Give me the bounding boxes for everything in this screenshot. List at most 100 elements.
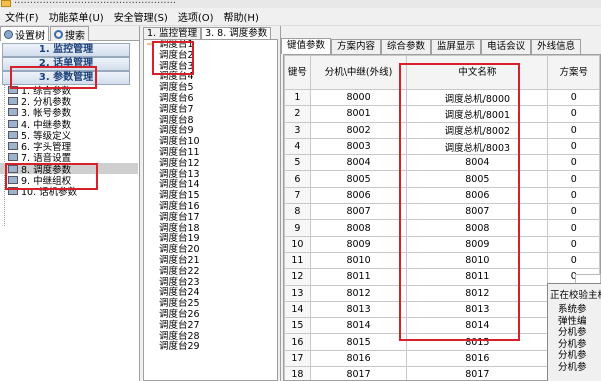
col-extension[interactable]: 分机\中继(外线)	[309, 55, 408, 90]
cell-extension[interactable]: 8017	[309, 366, 408, 380]
tree-folder-icon	[8, 108, 18, 117]
annotation-box-dispatch-params	[5, 163, 98, 190]
dispatcher-list-item-label: 调度台22	[159, 265, 200, 277]
annotation-box-dispatchers	[152, 41, 194, 75]
cell-scheme[interactable]: 0	[547, 186, 600, 205]
tab-search[interactable]: 搜索	[50, 26, 89, 42]
tab-general[interactable]: 综合参数	[381, 39, 432, 54]
dispatcher-list-item-label: 调度台14	[159, 179, 200, 191]
cell-scheme[interactable]: 0	[547, 251, 600, 270]
menu-file[interactable]: 文件(F)	[0, 9, 44, 24]
dispatcher-list-item-label: 调度台20	[159, 244, 200, 256]
cell-scheme[interactable]: 0	[547, 154, 600, 172]
menu-options[interactable]: 选项(O)	[173, 9, 219, 24]
cell-chinese-name[interactable]: 8016	[406, 349, 549, 368]
menu-security[interactable]: 安全管理(S)	[109, 9, 173, 24]
cell-extension[interactable]: 8010	[309, 251, 408, 270]
dispatcher-list-item-label: 调度台9	[159, 125, 194, 137]
cell-extension[interactable]: 8001	[309, 105, 408, 123]
dispatcher-list-item-label: 调度台23	[159, 276, 200, 288]
title-bar: ........................................…	[0, 0, 601, 8]
cell-key: 10	[284, 235, 311, 253]
cell-extension[interactable]: 8016	[309, 349, 408, 368]
cell-scheme[interactable]: 0	[547, 121, 600, 139]
tab-settings-tree[interactable]: 设置树	[0, 26, 49, 42]
dispatcher-list-item-label: 调度台12	[159, 157, 200, 169]
dispatcher-list-item-label: 调度台5	[159, 82, 194, 94]
popup-line: 弹性编	[558, 315, 587, 327]
tab-settings-tree-label: 设置树	[15, 30, 45, 42]
cell-chinese-name[interactable]: 8017	[406, 366, 549, 380]
window-title: ........................................…	[14, 0, 177, 6]
tab-key-params[interactable]: 键值参数	[281, 38, 332, 54]
cell-extension[interactable]: 8009	[309, 235, 408, 253]
cell-extension[interactable]: 8007	[309, 203, 408, 221]
dispatcher-list-item-label: 调度台7	[159, 103, 194, 115]
cell-key: 14	[284, 300, 311, 319]
cell-extension[interactable]: 8004	[309, 154, 408, 172]
cell-extension[interactable]: 8006	[309, 186, 408, 205]
cell-extension[interactable]: 8011	[309, 268, 408, 286]
popup-line: 分机参	[558, 350, 587, 361]
cell-extension[interactable]: 8013	[309, 300, 408, 319]
cell-extension[interactable]: 8012	[309, 284, 408, 302]
dispatcher-list: ⇨ 调度台1 调度台2 调度台3 调度台4 调度台5 调度台6 调度台7 调度台8 调度台9 调度台…	[143, 39, 278, 381]
annotation-box-parameters	[10, 66, 97, 89]
cell-extension[interactable]: 8000	[309, 88, 408, 107]
cell-key: 18	[284, 366, 311, 380]
col-key[interactable]: 键号	[284, 55, 311, 90]
verify-popup: 正在校验主机 系统参 弹性编 分机参 分机参 分机参 分机参	[547, 283, 601, 381]
popup-title: 正在校验主机	[550, 290, 601, 301]
cell-key: 6	[284, 170, 311, 188]
cell-scheme[interactable]: 0	[547, 88, 600, 107]
tab-trunk-info[interactable]: 外线信息	[531, 39, 582, 54]
cell-scheme[interactable]: 0	[547, 235, 600, 253]
search-icon	[54, 29, 63, 39]
tab-dispatch-params[interactable]: 3. 8. 调度参数	[201, 27, 272, 39]
cell-scheme[interactable]: 0	[547, 105, 600, 123]
dispatcher-list-panel: 1. 监控管理 3. 8. 调度参数 ⇨ 调度台1 调度台2 调度台3 调度台4 调度台5…	[140, 26, 281, 381]
tab-scheme[interactable]: 方案内容	[331, 39, 382, 54]
cell-key: 15	[284, 317, 311, 335]
popup-line: 分机参	[558, 338, 587, 350]
dispatcher-list-item-label: 调度台27	[159, 319, 200, 331]
dispatcher-list-item-label: 调度台26	[159, 308, 200, 320]
dispatcher-list-item-label: 调度台25	[159, 298, 200, 310]
cell-key: 13	[284, 284, 311, 302]
cell-extension[interactable]: 8005	[309, 170, 408, 188]
menu-help[interactable]: 帮助(H)	[219, 9, 264, 24]
cell-scheme[interactable]: 0	[547, 137, 600, 156]
cell-scheme[interactable]: 0	[547, 203, 600, 221]
tab-monitor-display[interactable]: 监屏显示	[431, 39, 482, 54]
middle-tabs: 1. 监控管理 3. 8. 调度参数	[140, 26, 280, 39]
cell-key: 17	[284, 349, 311, 368]
tab-search-label: 搜索	[65, 30, 85, 42]
tree-folder-icon	[8, 96, 18, 105]
cell-extension[interactable]: 8003	[309, 137, 408, 156]
cell-key: 12	[284, 268, 311, 286]
cell-extension[interactable]: 8014	[309, 317, 408, 335]
cell-extension[interactable]: 8002	[309, 121, 408, 139]
tab-conference[interactable]: 电话会议	[481, 39, 532, 54]
cell-key: 2	[284, 105, 311, 123]
tab-monitor[interactable]: 1. 监控管理	[143, 27, 202, 39]
cell-scheme[interactable]: 0	[547, 170, 600, 188]
dispatcher-list-item-label: 调度台13	[159, 168, 200, 180]
tree-folder-icon	[8, 119, 18, 128]
dispatcher-list-item-label: 调度台15	[159, 190, 200, 202]
cell-extension[interactable]: 8008	[309, 219, 408, 237]
cell-extension[interactable]: 8015	[309, 333, 408, 351]
dispatcher-list-item-label: 调度台28	[159, 330, 200, 342]
dispatcher-list-item-label: 调度台18	[159, 222, 200, 234]
nav-monitor-button[interactable]: 1. 监控管理	[2, 43, 130, 57]
menu-functions[interactable]: 功能菜单(U)	[44, 9, 109, 24]
cell-scheme[interactable]: 0	[547, 219, 600, 237]
popup-line: 分机参	[558, 361, 587, 373]
dispatcher-list-item-label: 调度台24	[159, 287, 200, 299]
app-icon	[1, 0, 11, 7]
tree-folder-icon	[8, 142, 18, 151]
dispatcher-list-item-label: 调度台21	[159, 254, 200, 266]
dispatcher-list-item[interactable]: 调度台29	[144, 341, 277, 353]
cell-key: 1	[284, 88, 311, 107]
col-scheme[interactable]: 方案号	[547, 55, 600, 90]
